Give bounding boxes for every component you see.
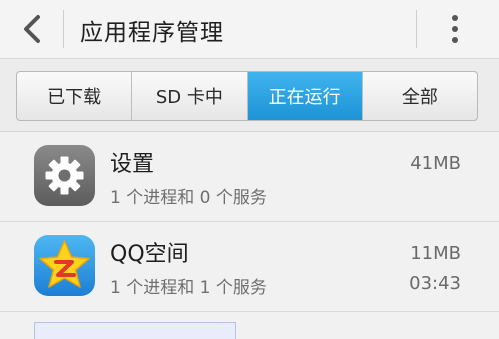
tab-sd-card[interactable]: SD 卡中 [132, 72, 248, 120]
menu-dot-icon [452, 15, 458, 21]
app-list: 设置 1 个进程和 0 个服务 41MB QQ空间 1 个进程和 1 个服务 1… [0, 132, 499, 312]
divider [416, 10, 417, 48]
app-process-info: 1 个进程和 1 个服务 [110, 278, 267, 298]
app-icon-partial [34, 322, 236, 339]
tab-running[interactable]: 正在运行 [247, 72, 363, 120]
gear-icon [34, 145, 95, 206]
page-title: 应用程序管理 [80, 20, 224, 46]
segmented-tabs: 已下载 SD 卡中 正在运行 全部 [16, 71, 478, 121]
menu-dot-icon [452, 37, 458, 43]
chevron-left-icon [24, 15, 40, 43]
tab-all[interactable]: 全部 [363, 72, 477, 120]
divider [63, 10, 64, 48]
app-name: QQ空间 [110, 242, 189, 267]
app-memory-size: 11MB [410, 243, 461, 264]
app-memory-size: 41MB [410, 153, 461, 174]
back-button[interactable] [10, 8, 54, 50]
action-bar: 应用程序管理 [0, 0, 499, 59]
tab-strip: 已下载 SD 卡中 正在运行 全部 [0, 59, 499, 132]
app-running-time: 03:43 [409, 273, 461, 294]
app-process-info: 1 个进程和 0 个服务 [110, 188, 267, 208]
app-name: 设置 [110, 152, 155, 177]
list-item[interactable]: 设置 1 个进程和 0 个服务 41MB [0, 132, 499, 222]
tab-downloaded[interactable]: 已下载 [17, 72, 133, 120]
menu-dot-icon [452, 26, 458, 32]
qzone-icon [34, 235, 95, 296]
list-item[interactable]: QQ空间 1 个进程和 1 个服务 11MB 03:43 [0, 222, 499, 312]
overflow-menu-button[interactable] [433, 8, 477, 50]
